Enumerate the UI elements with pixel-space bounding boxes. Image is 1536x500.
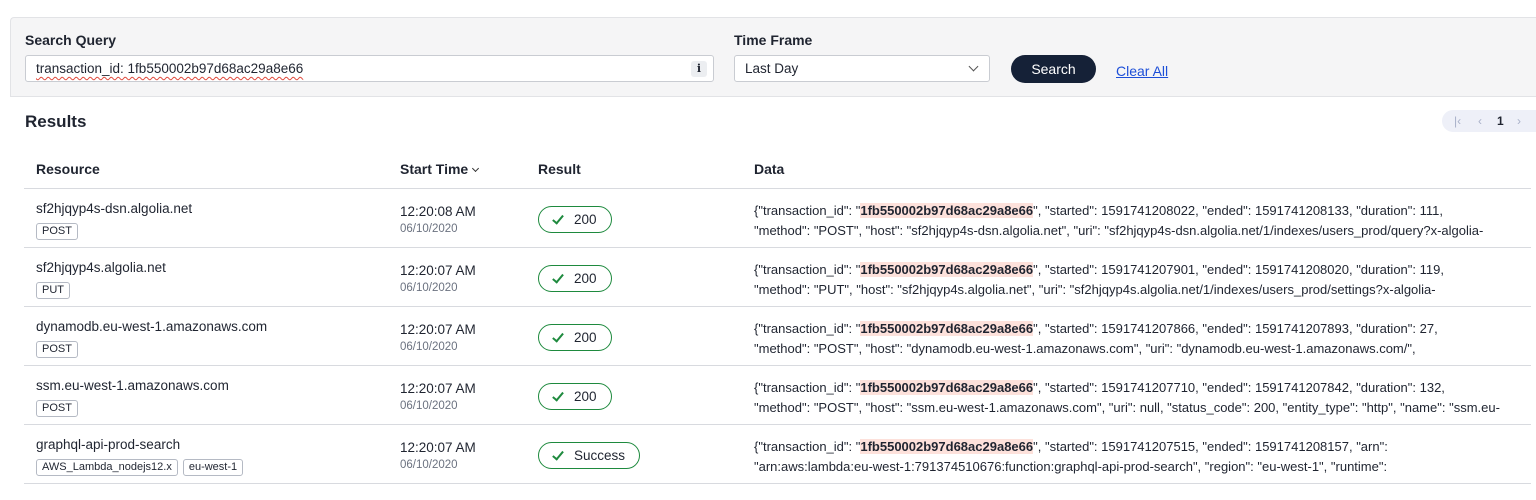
data-suffix: ", "started": 1591741207515, "ended": 15… [1033, 439, 1388, 454]
data-suffix: ", "started": 1591741207901, "ended": 15… [1033, 262, 1444, 277]
info-icon[interactable]: i [691, 61, 707, 77]
resource-name[interactable]: graphql-api-prod-search [36, 437, 180, 452]
time-frame-value: Last Day [745, 61, 799, 76]
data-cell: {"transaction_id": "1fb550002b97d68ac29a… [754, 437, 1534, 477]
col-header-data: Data [754, 161, 785, 177]
data-line-2: "method": "POST", "host": "dynamodb.eu-w… [754, 341, 1416, 356]
data-prefix: {"transaction_id": " [754, 203, 861, 218]
start-time: 12:20:07 AM [400, 381, 476, 396]
search-panel: Search Query transaction_id: 1fb550002b9… [10, 17, 1536, 97]
result-badge: 200 [538, 206, 612, 233]
col-header-start-time[interactable]: Start Time [400, 161, 480, 177]
tag-badge: POST [36, 223, 78, 240]
time-frame-select[interactable]: Last Day [734, 55, 990, 82]
resource-tags: POST [36, 223, 78, 240]
result-label: 200 [574, 212, 597, 227]
col-header-result: Result [538, 161, 581, 177]
result-badge: Success [538, 442, 641, 469]
data-cell: {"transaction_id": "1fb550002b97d68ac29a… [754, 378, 1534, 418]
data-prefix: {"transaction_id": " [754, 439, 861, 454]
resource-tags: POST [36, 341, 78, 358]
resource-name[interactable]: dynamodb.eu-west-1.amazonaws.com [36, 319, 267, 334]
resource-name[interactable]: sf2hjqyp4s.algolia.net [36, 260, 166, 275]
start-time: 12:20:07 AM [400, 440, 476, 455]
result-label: 200 [574, 330, 597, 345]
search-query-value: transaction_id: 1fb550002b97d68ac29a8e66 [36, 61, 304, 76]
time-frame-label: Time Frame [734, 32, 813, 48]
result-label: 200 [574, 271, 597, 286]
start-date: 06/10/2020 [400, 223, 458, 235]
tag-badge: eu-west-1 [182, 459, 244, 476]
result-badge: 200 [538, 265, 612, 292]
tag-badge: POST [36, 341, 78, 358]
check-icon [552, 330, 564, 343]
data-line-2: "method": "PUT", "host": "sf2hjqyp4s.alg… [754, 282, 1436, 297]
data-cell: {"transaction_id": "1fb550002b97d68ac29a… [754, 260, 1534, 300]
highlighted-transaction-id: 1fb550002b97d68ac29a8e66 [860, 203, 1034, 218]
check-icon [552, 212, 564, 225]
data-prefix: {"transaction_id": " [754, 380, 861, 395]
col-header-resource: Resource [36, 161, 100, 177]
data-cell: {"transaction_id": "1fb550002b97d68ac29a… [754, 319, 1534, 359]
table-row[interactable]: ssm.eu-west-1.amazonaws.com POST 12:20:0… [24, 366, 1531, 425]
clear-all-link[interactable]: Clear All [1116, 63, 1168, 79]
start-time: 12:20:07 AM [400, 322, 476, 337]
resource-name[interactable]: sf2hjqyp4s-dsn.algolia.net [36, 201, 192, 216]
tag-badge: AWS_Lambda_nodejs12.x [36, 459, 178, 476]
highlighted-transaction-id: 1fb550002b97d68ac29a8e66 [860, 380, 1034, 395]
tag-badge: POST [36, 400, 78, 417]
resource-tags: PUT [36, 282, 70, 299]
data-prefix: {"transaction_id": " [754, 321, 861, 336]
result-label: Success [574, 448, 626, 463]
data-line-2: "method": "POST", "host": "ssm.eu-west-1… [754, 400, 1500, 415]
resource-name[interactable]: ssm.eu-west-1.amazonaws.com [36, 378, 229, 393]
data-prefix: {"transaction_id": " [754, 262, 861, 277]
check-icon [552, 448, 564, 461]
start-date: 06/10/2020 [400, 282, 458, 294]
data-line-2: "arn:aws:lambda:eu-west-1:791374510676:f… [754, 459, 1388, 474]
resource-tags: AWS_Lambda_nodejs12.x eu-west-1 [36, 459, 244, 476]
chevron-down-icon [968, 61, 979, 72]
search-button[interactable]: Search [1011, 55, 1096, 83]
data-line-1: {"transaction_id": "1fb550002b97d68ac29a… [754, 437, 1534, 457]
check-icon [552, 389, 564, 402]
table-row[interactable]: sf2hjqyp4s.algolia.net PUT 12:20:07 AM 0… [24, 248, 1531, 307]
data-cell: {"transaction_id": "1fb550002b97d68ac29a… [754, 201, 1534, 241]
next-page-icon[interactable]: › [1517, 110, 1521, 132]
highlighted-transaction-id: 1fb550002b97d68ac29a8e66 [860, 262, 1034, 277]
tag-badge: PUT [36, 282, 70, 299]
start-date: 06/10/2020 [400, 341, 458, 353]
pagination: |‹ ‹ 1 › [1442, 110, 1536, 132]
table-row[interactable]: graphql-api-prod-search AWS_Lambda_nodej… [24, 425, 1531, 484]
result-badge: 200 [538, 324, 612, 351]
data-line-1: {"transaction_id": "1fb550002b97d68ac29a… [754, 201, 1534, 221]
data-suffix: ", "started": 1591741207710, "ended": 15… [1033, 380, 1445, 395]
first-page-icon[interactable]: |‹ [1454, 110, 1461, 132]
results-title: Results [25, 112, 87, 131]
highlighted-transaction-id: 1fb550002b97d68ac29a8e66 [860, 439, 1034, 454]
data-line-2: "method": "POST", "host": "sf2hjqyp4s-ds… [754, 223, 1484, 238]
current-page[interactable]: 1 [1497, 110, 1504, 132]
check-icon [552, 271, 564, 284]
data-line-1: {"transaction_id": "1fb550002b97d68ac29a… [754, 319, 1534, 339]
start-time: 12:20:08 AM [400, 204, 476, 219]
start-date: 06/10/2020 [400, 400, 458, 412]
data-line-1: {"transaction_id": "1fb550002b97d68ac29a… [754, 378, 1534, 398]
sort-chevron-icon[interactable] [472, 164, 480, 173]
table-row[interactable]: dynamodb.eu-west-1.amazonaws.com POST 12… [24, 307, 1531, 366]
search-query-label: Search Query [25, 32, 117, 48]
table-row[interactable]: sf2hjqyp4s-dsn.algolia.net POST 12:20:08… [24, 189, 1531, 248]
result-badge: 200 [538, 383, 612, 410]
result-label: 200 [574, 389, 597, 404]
search-query-input[interactable]: transaction_id: 1fb550002b97d68ac29a8e66… [25, 55, 714, 82]
highlighted-transaction-id: 1fb550002b97d68ac29a8e66 [860, 321, 1034, 336]
data-line-1: {"transaction_id": "1fb550002b97d68ac29a… [754, 260, 1534, 280]
prev-page-icon[interactable]: ‹ [1478, 110, 1482, 132]
data-suffix: ", "started": 1591741208022, "ended": 15… [1033, 203, 1443, 218]
col-header-start-time-label: Start Time [400, 161, 469, 177]
start-date: 06/10/2020 [400, 459, 458, 471]
resource-tags: POST [36, 400, 78, 417]
start-time: 12:20:07 AM [400, 263, 476, 278]
data-suffix: ", "started": 1591741207866, "ended": 15… [1033, 321, 1438, 336]
